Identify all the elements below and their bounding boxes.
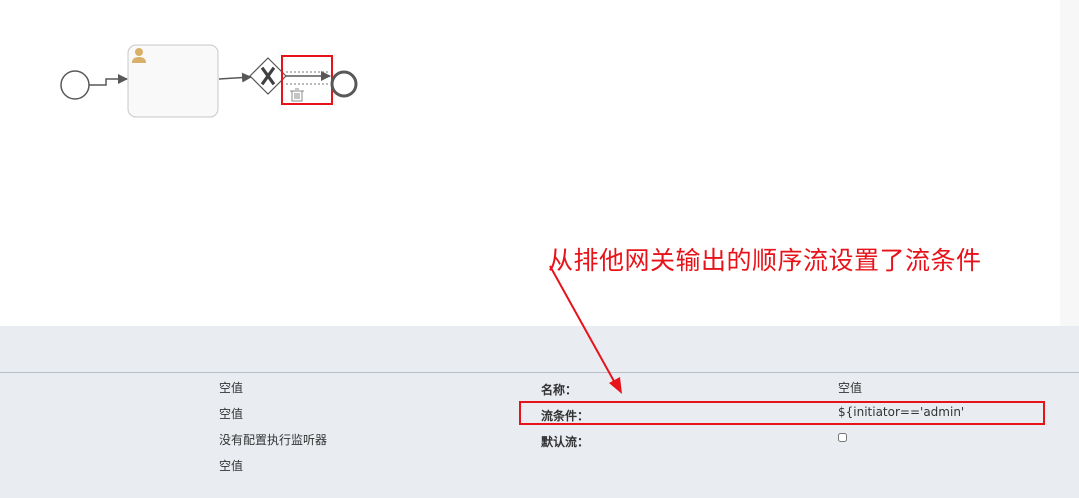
default-flow-checkbox[interactable] <box>838 433 847 442</box>
name-label: 名称： <box>541 383 578 397</box>
sequence-flow-start-to-task[interactable] <box>89 74 128 86</box>
user-task[interactable] <box>127 44 219 118</box>
start-event[interactable] <box>60 70 90 100</box>
panel-divider <box>0 372 1079 373</box>
property-value-1[interactable]: 空值 <box>219 379 243 396</box>
process-canvas[interactable] <box>0 0 1060 326</box>
property-value-2[interactable]: 空值 <box>219 405 243 422</box>
condition-value[interactable]: ${initiator=='admin' <box>838 405 964 419</box>
end-event[interactable] <box>330 70 358 98</box>
annotation-text: 从排他网关输出的顺序流设置了流条件 <box>548 246 982 275</box>
default-flow-label: 默认流： <box>541 435 590 449</box>
condition-label: 流条件： <box>541 409 590 423</box>
properties-panel: 空值 空值 没有配置执行监听器 空值 名称： 空值 流条件： ${initiat… <box>0 326 1079 498</box>
trash-icon[interactable] <box>290 88 304 102</box>
canvas-scrollbar[interactable] <box>1060 0 1079 326</box>
sequence-flow-task-to-gateway[interactable] <box>218 72 252 83</box>
condition-highlight-box <box>519 401 1045 425</box>
bpmn-diagram <box>60 44 358 118</box>
property-value-4[interactable]: 空值 <box>219 457 243 474</box>
execution-listeners-value[interactable]: 没有配置执行监听器 <box>219 431 327 448</box>
selected-flow-highlight <box>281 55 333 105</box>
name-value[interactable]: 空值 <box>838 379 862 396</box>
